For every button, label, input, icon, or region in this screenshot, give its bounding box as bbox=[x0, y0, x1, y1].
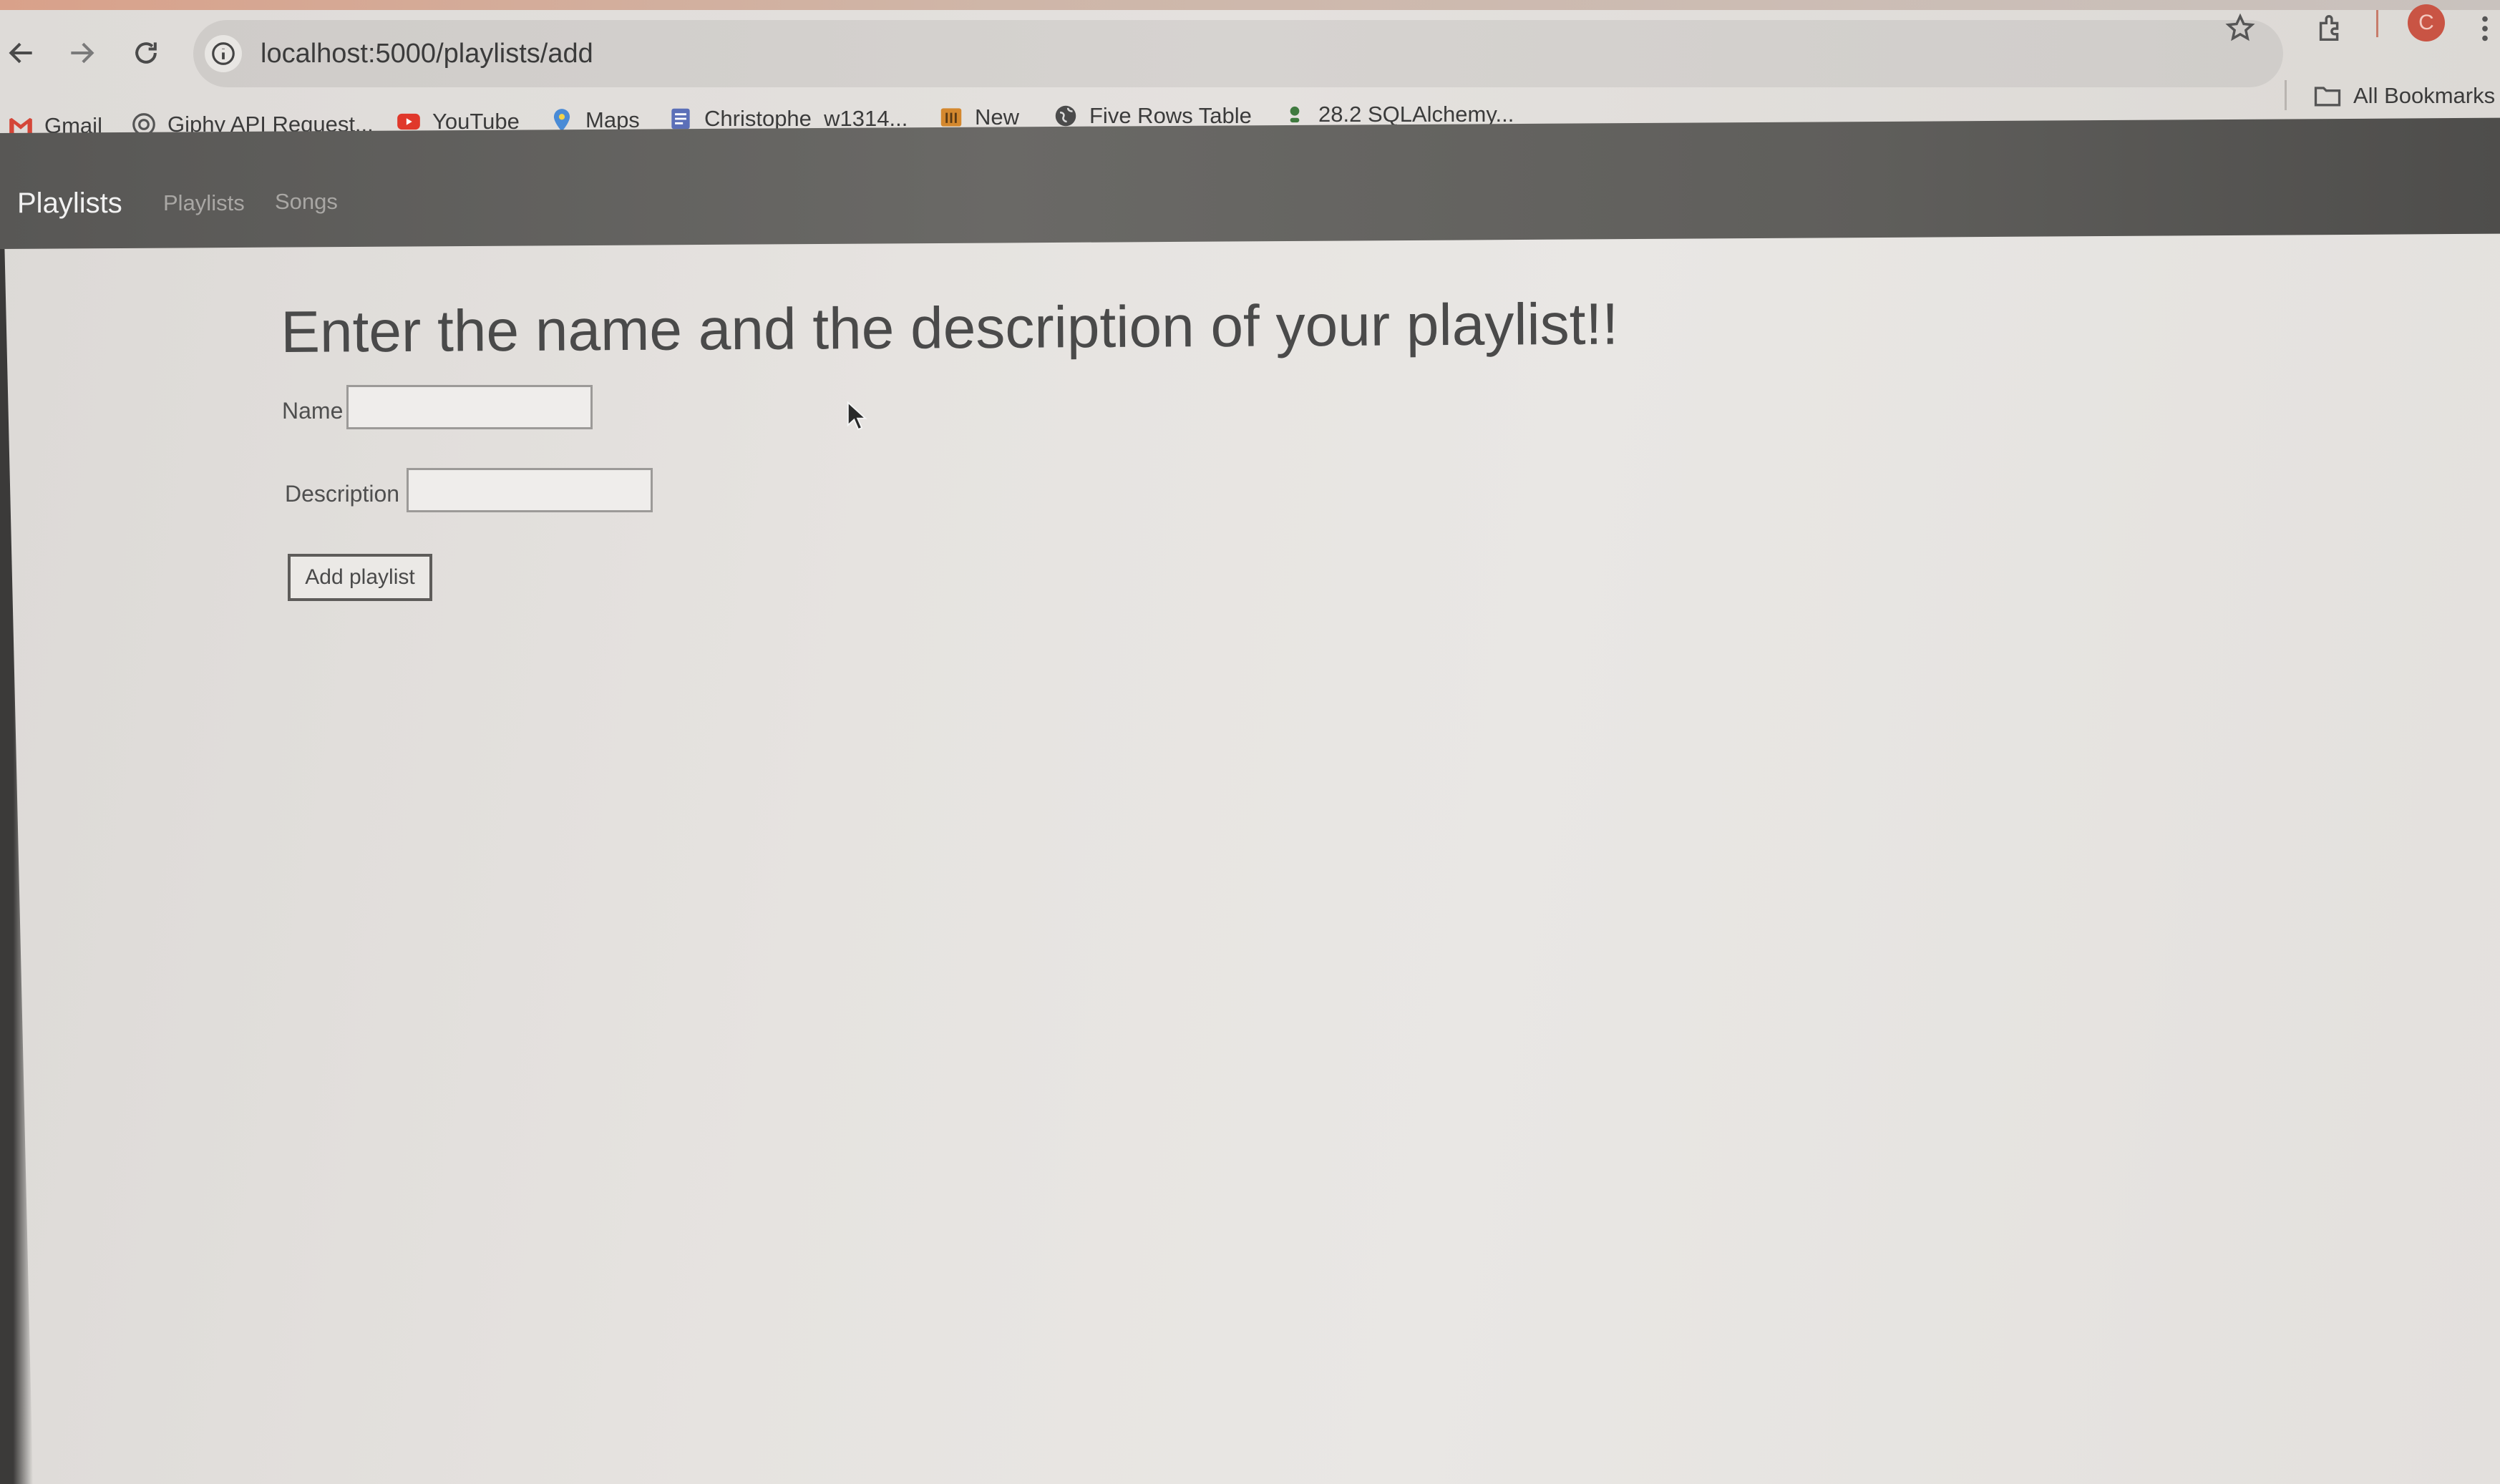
page-heading: Enter the name and the description of yo… bbox=[281, 291, 1619, 365]
forward-button[interactable] bbox=[60, 31, 103, 74]
reload-button[interactable] bbox=[125, 31, 167, 74]
folder-icon bbox=[2314, 87, 2341, 107]
bookmark-star-icon[interactable] bbox=[2219, 7, 2262, 50]
toolbar-divider bbox=[2376, 10, 2378, 37]
menu-kebab-icon[interactable] bbox=[2471, 7, 2499, 50]
extensions-icon[interactable] bbox=[2309, 7, 2352, 50]
nav-link-playlists[interactable]: Playlists bbox=[163, 190, 245, 216]
arrow-left-icon bbox=[9, 42, 32, 64]
all-bookmarks-label: All Bookmarks bbox=[2353, 83, 2496, 108]
bookmarks-divider bbox=[2285, 80, 2287, 110]
profile-avatar[interactable]: C bbox=[2408, 4, 2445, 42]
navbar-brand[interactable]: Playlists bbox=[17, 187, 122, 220]
name-label: Name bbox=[282, 398, 344, 424]
back-button[interactable] bbox=[0, 31, 43, 74]
app-navbar bbox=[0, 117, 2500, 249]
mouse-cursor-icon bbox=[847, 401, 867, 431]
arrow-right-icon bbox=[71, 42, 94, 64]
globe-icon bbox=[1052, 102, 1079, 130]
url-text[interactable]: localhost:5000/playlists/add bbox=[261, 39, 593, 69]
nav-link-songs[interactable]: Songs bbox=[275, 189, 338, 215]
add-playlist-button[interactable]: Add playlist bbox=[288, 554, 432, 601]
all-bookmarks-button[interactable]: All Bookmarks bbox=[2312, 74, 2495, 117]
site-info-icon[interactable] bbox=[205, 35, 242, 72]
reload-icon bbox=[135, 42, 157, 64]
tab-strip-edge bbox=[0, 0, 2500, 10]
description-input[interactable] bbox=[407, 468, 653, 512]
name-input[interactable] bbox=[346, 385, 593, 429]
screen: localhost:5000/playlists/add C Gmail Gip… bbox=[0, 0, 2500, 1484]
address-bar[interactable]: localhost:5000/playlists/add bbox=[193, 20, 2283, 87]
user-dot-icon bbox=[1281, 101, 1308, 128]
monitor-bezel-edge bbox=[0, 249, 33, 1484]
description-label: Description bbox=[285, 481, 400, 507]
